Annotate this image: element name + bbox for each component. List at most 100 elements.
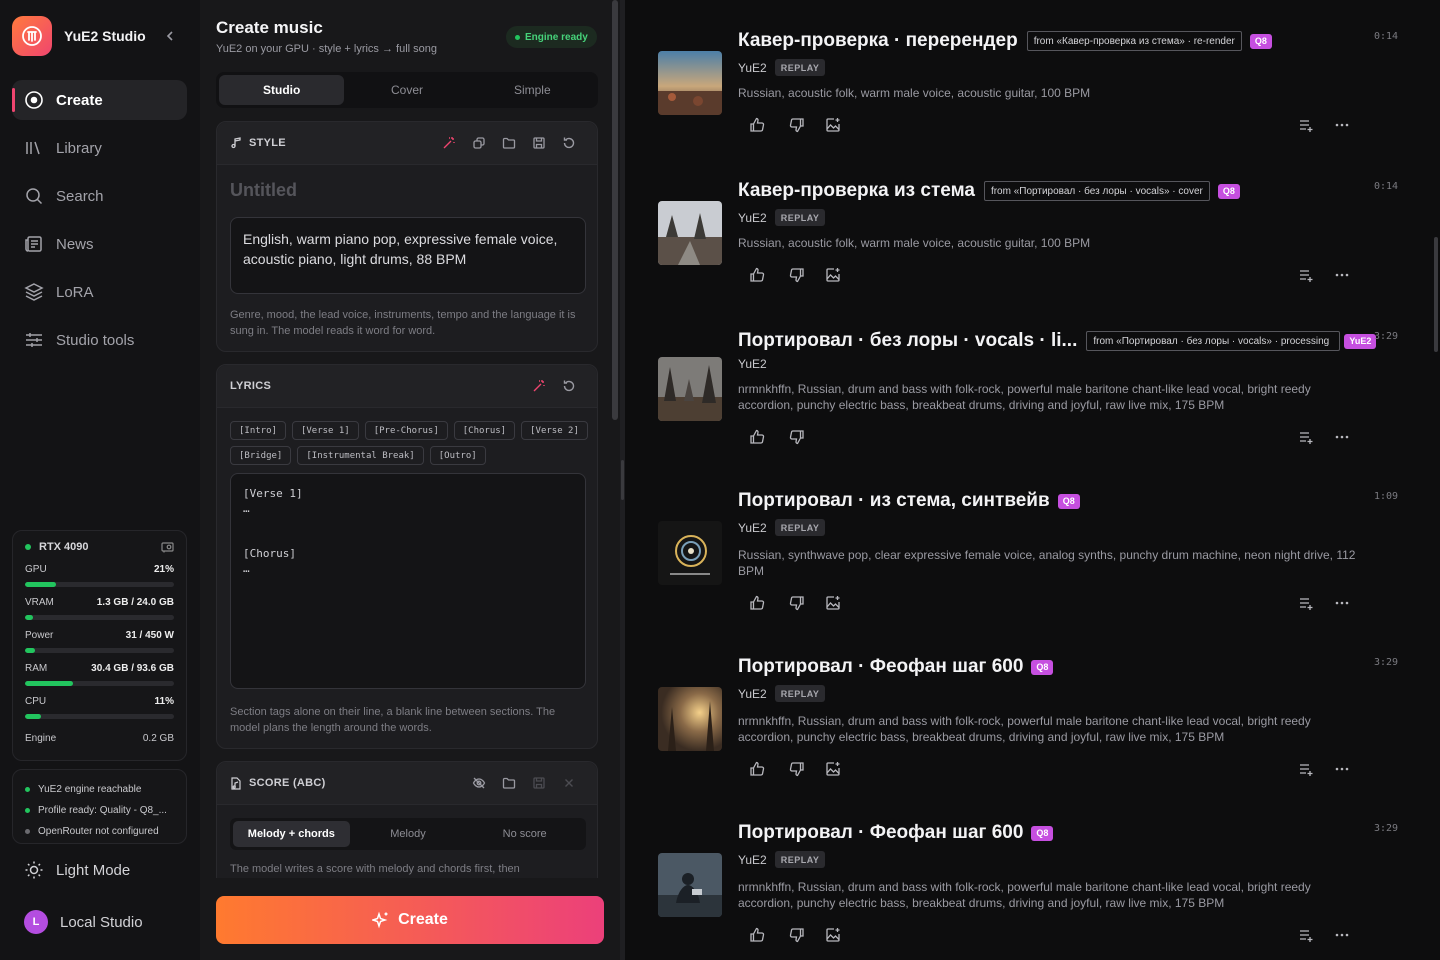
more-options-button[interactable] <box>1331 593 1353 613</box>
layers-icon <box>24 283 44 301</box>
section-tag-button[interactable]: [Outro] <box>429 446 486 465</box>
edit-cover-button[interactable] <box>822 265 844 285</box>
reset-lyrics-button[interactable] <box>554 374 584 398</box>
save-preset-button[interactable] <box>524 131 554 155</box>
nav-item-search[interactable]: Search <box>12 176 187 216</box>
account-menu[interactable]: L Local Studio <box>24 910 143 934</box>
source-tag[interactable]: from «Портировал · без лоры · vocals» · … <box>1086 331 1341 351</box>
dislike-button[interactable] <box>786 115 808 135</box>
dislike-button[interactable] <box>786 427 808 447</box>
add-to-queue-button[interactable] <box>1295 265 1317 285</box>
section-tag-button[interactable]: [Verse 2] <box>521 421 588 440</box>
score-mode-melody[interactable]: Melody <box>350 821 467 847</box>
thumbs-up-icon <box>750 267 765 282</box>
section-tag-button[interactable]: [Intro] <box>230 421 286 440</box>
nav-item-lora[interactable]: LoRA <box>12 272 187 312</box>
edit-cover-button[interactable] <box>822 115 844 135</box>
cover-art-thumbnail[interactable] <box>658 357 722 421</box>
cover-art-thumbnail[interactable] <box>658 51 722 115</box>
gpu-card-icon[interactable] <box>161 541 174 553</box>
tab-cover[interactable]: Cover <box>344 75 469 105</box>
add-to-queue-button[interactable] <box>1295 427 1317 447</box>
style-prompt-textarea[interactable]: English, warm piano pop, expressive fema… <box>230 217 586 294</box>
open-score-button[interactable] <box>494 771 524 795</box>
lyrics-textarea[interactable]: [Verse 1] … [Chorus] … <box>230 473 586 689</box>
add-to-queue-button[interactable] <box>1295 115 1317 135</box>
more-options-button[interactable] <box>1331 115 1353 135</box>
more-options-button[interactable] <box>1331 925 1353 945</box>
cover-art-thumbnail[interactable] <box>658 687 722 751</box>
metric-ram: RAM 30.4 GB / 93.6 GB <box>25 663 174 686</box>
list-scrollbar[interactable] <box>1434 237 1438 352</box>
section-tag-button[interactable]: [Pre-Chorus] <box>364 421 448 440</box>
more-options-button[interactable] <box>1331 427 1353 447</box>
song-title-input[interactable]: Untitled <box>230 180 297 201</box>
create-button[interactable]: Create <box>216 896 604 944</box>
like-button[interactable] <box>746 115 768 135</box>
lyrics-card-header: LYRICS <box>217 365 597 408</box>
shuffle-dice-button[interactable] <box>464 131 494 155</box>
clear-score-button[interactable] <box>554 771 584 795</box>
more-options-button[interactable] <box>1331 759 1353 779</box>
card-title: LYRICS <box>230 380 271 392</box>
collapse-sidebar-button[interactable] <box>160 24 180 48</box>
dislike-button[interactable] <box>786 759 808 779</box>
section-tag-button[interactable]: [Instrumental Break] <box>297 446 424 465</box>
magic-wand-button[interactable] <box>524 374 554 398</box>
nav-item-library[interactable]: Library <box>12 128 187 168</box>
song-title[interactable]: Кавер-проверка из стема <box>738 180 975 202</box>
song-title[interactable]: Портировал · Феофан шаг 600 <box>738 656 1023 678</box>
dislike-button[interactable] <box>786 925 808 945</box>
like-button[interactable] <box>746 265 768 285</box>
light-mode-toggle[interactable]: Light Mode <box>24 860 130 880</box>
score-mode-none[interactable]: No score <box>466 821 583 847</box>
song-title[interactable]: Портировал · из стема, синтвейв <box>738 490 1050 512</box>
open-preset-button[interactable] <box>494 131 524 155</box>
section-tag-button[interactable]: [Bridge] <box>230 446 292 465</box>
cover-art-thumbnail[interactable] <box>658 521 722 585</box>
edit-cover-button[interactable] <box>822 593 844 613</box>
dislike-button[interactable] <box>786 593 808 613</box>
brand[interactable]: YuE2 Studio <box>12 16 146 56</box>
add-to-queue-button[interactable] <box>1295 593 1317 613</box>
like-button[interactable] <box>746 759 768 779</box>
edit-cover-button[interactable] <box>822 759 844 779</box>
like-button[interactable] <box>746 427 768 447</box>
add-to-queue-button[interactable] <box>1295 759 1317 779</box>
create-button-label: Create <box>398 911 448 928</box>
panel-scrollbar[interactable] <box>612 0 618 420</box>
reset-style-button[interactable] <box>554 131 584 155</box>
like-button[interactable] <box>746 925 768 945</box>
section-tag-button[interactable]: [Chorus] <box>453 421 516 440</box>
cover-art-thumbnail[interactable] <box>658 853 722 917</box>
song-title[interactable]: Портировал · без лоры · vocals · li... <box>738 330 1077 352</box>
style-tools <box>434 131 584 155</box>
edit-cover-button[interactable] <box>822 925 844 945</box>
hide-score-button[interactable] <box>464 771 494 795</box>
tab-studio[interactable]: Studio <box>219 75 345 105</box>
lyrics-tools <box>524 374 584 398</box>
source-tag[interactable]: from «Портировал · без лоры · vocals» · … <box>983 181 1210 201</box>
score-mode-melody-chords[interactable]: Melody + chords <box>233 821 350 847</box>
nav-item-create[interactable]: Create <box>12 80 187 120</box>
magic-wand-icon <box>443 137 455 149</box>
style-card: STYLE Untitled English, warm piano pop, … <box>216 121 598 352</box>
nav-item-news[interactable]: News <box>12 224 187 264</box>
status-ok-dot <box>25 787 30 792</box>
image-edit-icon <box>826 762 840 776</box>
card-title-text: STYLE <box>249 137 286 149</box>
nav-item-studio-tools[interactable]: Studio tools <box>12 320 187 360</box>
add-to-queue-button[interactable] <box>1295 925 1317 945</box>
dislike-button[interactable] <box>786 265 808 285</box>
song-title[interactable]: Портировал · Феофан шаг 600 <box>738 822 1023 844</box>
like-button[interactable] <box>746 593 768 613</box>
tab-simple[interactable]: Simple <box>470 75 595 105</box>
more-options-button[interactable] <box>1331 265 1353 285</box>
magic-wand-button[interactable] <box>434 131 464 155</box>
song-title[interactable]: Кавер-проверка · перерендер <box>738 30 1018 52</box>
cover-art-thumbnail[interactable] <box>658 201 722 265</box>
save-score-button[interactable] <box>524 771 554 795</box>
source-tag[interactable]: from «Кавер-проверка из стема» · re-rend… <box>1026 31 1242 51</box>
section-tag-button[interactable]: [Verse 1] <box>291 421 359 440</box>
nav-label: Search <box>56 187 104 205</box>
